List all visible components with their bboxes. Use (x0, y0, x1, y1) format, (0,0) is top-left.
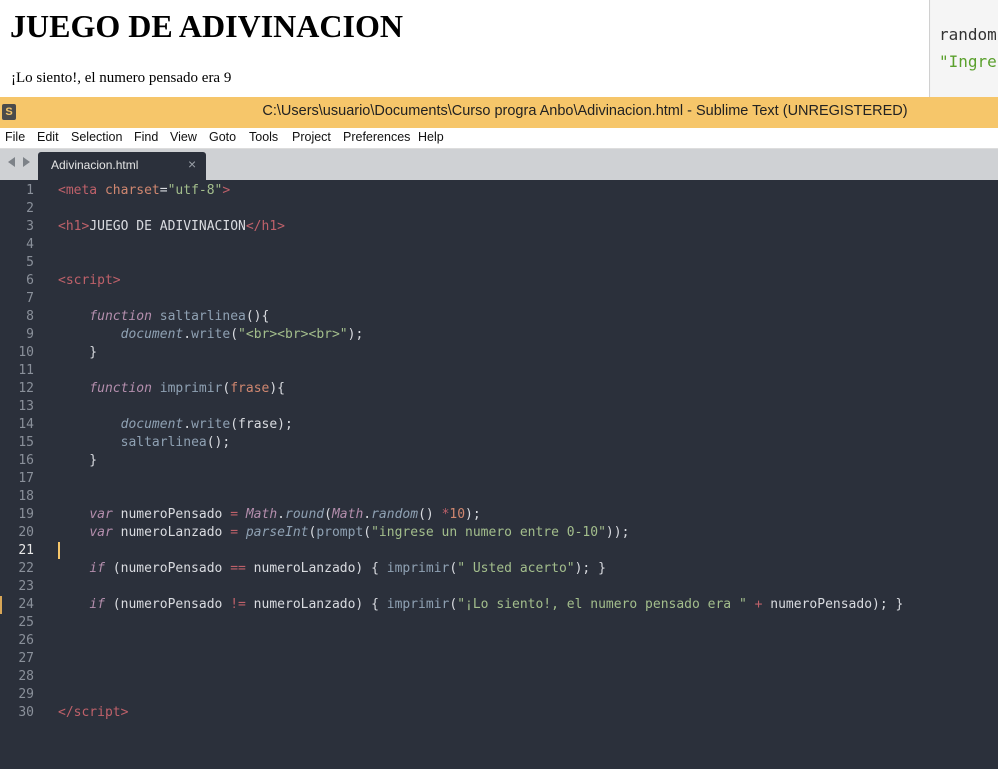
line-number: 17 (18, 471, 34, 486)
devtools-console: random "Ingre (931, 0, 998, 97)
line-number: 6 (26, 273, 34, 288)
line-number: 10 (18, 345, 34, 360)
line-number: 9 (26, 327, 34, 342)
line-number: 12 (18, 381, 34, 396)
menu-find[interactable]: Find (134, 130, 158, 144)
line-number: 7 (26, 291, 34, 306)
menu-view[interactable]: View (170, 130, 197, 144)
menu-file[interactable]: File (5, 130, 25, 144)
line-number: 1 (26, 183, 34, 198)
line-number: 5 (26, 255, 34, 270)
code-line-10: } (58, 345, 98, 360)
menu-help[interactable]: Help (418, 130, 444, 144)
menu-tools[interactable]: Tools (249, 130, 278, 144)
console-line: "Ingre (939, 52, 997, 71)
tab-scroll-left-icon[interactable] (8, 157, 15, 167)
line-number-active: 21 (18, 543, 34, 558)
code-line-8: function saltarlinea(){ (89, 309, 270, 324)
line-number: 15 (18, 435, 34, 450)
line-number: 19 (18, 507, 34, 522)
modified-line-marker (0, 596, 2, 614)
text-cursor (58, 542, 60, 559)
code-line-16: } (58, 453, 98, 468)
window-title: C:\Users\usuario\Documents\Curso progra … (262, 103, 908, 119)
console-line: random (939, 25, 997, 44)
menu-goto[interactable]: Goto (209, 130, 236, 144)
code-line-30: </script> (58, 705, 129, 720)
line-number: 23 (18, 579, 34, 594)
menu-selection[interactable]: Selection (71, 130, 122, 144)
line-number: 24 (18, 597, 34, 612)
line-number: 29 (18, 687, 34, 702)
line-number: 8 (26, 309, 34, 324)
line-number: 14 (18, 417, 34, 432)
code-line-19: var numeroPensado = Math.round(Math.rand… (89, 507, 481, 522)
code-line-6: <script> (58, 273, 121, 288)
tab-scroll-right-icon[interactable] (23, 157, 30, 167)
browser-page: JUEGO DE ADIVINACION ¡Lo siento!, el num… (0, 0, 930, 97)
line-number: 25 (18, 615, 34, 630)
line-number: 20 (18, 525, 34, 540)
code-line-12: function imprimir(frase){ (89, 381, 286, 396)
line-number: 30 (18, 705, 34, 720)
menu-edit[interactable]: Edit (37, 130, 59, 144)
line-number: 4 (26, 237, 34, 252)
line-number: 18 (18, 489, 34, 504)
line-number: 26 (18, 633, 34, 648)
code-line-22: if (numeroPensado == numeroLanzado) { im… (89, 561, 606, 576)
line-number: 3 (26, 219, 34, 234)
menu-preferences[interactable]: Preferences (343, 130, 410, 144)
code-editor[interactable] (0, 180, 998, 769)
page-message: ¡Lo siento!, el numero pensado era 9 (11, 70, 232, 86)
line-number: 11 (18, 363, 34, 378)
line-number: 22 (18, 561, 34, 576)
line-number: 2 (26, 201, 34, 216)
line-number: 28 (18, 669, 34, 684)
code-line-24: if (numeroPensado != numeroLanzado) { im… (89, 597, 904, 612)
line-number: 16 (18, 453, 34, 468)
code-line-14: document.write(frase); (120, 417, 293, 432)
line-number: 27 (18, 651, 34, 666)
code-line-20: var numeroLanzado = parseInt(prompt("ing… (89, 525, 630, 540)
line-number: 13 (18, 399, 34, 414)
tab-label: Adivinacion.html (51, 158, 139, 172)
code-line-1: <meta charset="utf-8"> (58, 183, 231, 198)
page-heading: JUEGO DE ADIVINACION (10, 8, 403, 44)
menu-project[interactable]: Project (292, 130, 331, 144)
code-line-3: <h1>JUEGO DE ADIVINACION</h1> (58, 219, 285, 234)
code-line-15: saltarlinea(); (120, 435, 231, 450)
browser-preview: JUEGO DE ADIVINACION ¡Lo siento!, el num… (0, 0, 998, 97)
code-line-9: document.write("<br><br><br>"); (120, 327, 364, 342)
tab-close-icon[interactable]: × (188, 156, 196, 172)
